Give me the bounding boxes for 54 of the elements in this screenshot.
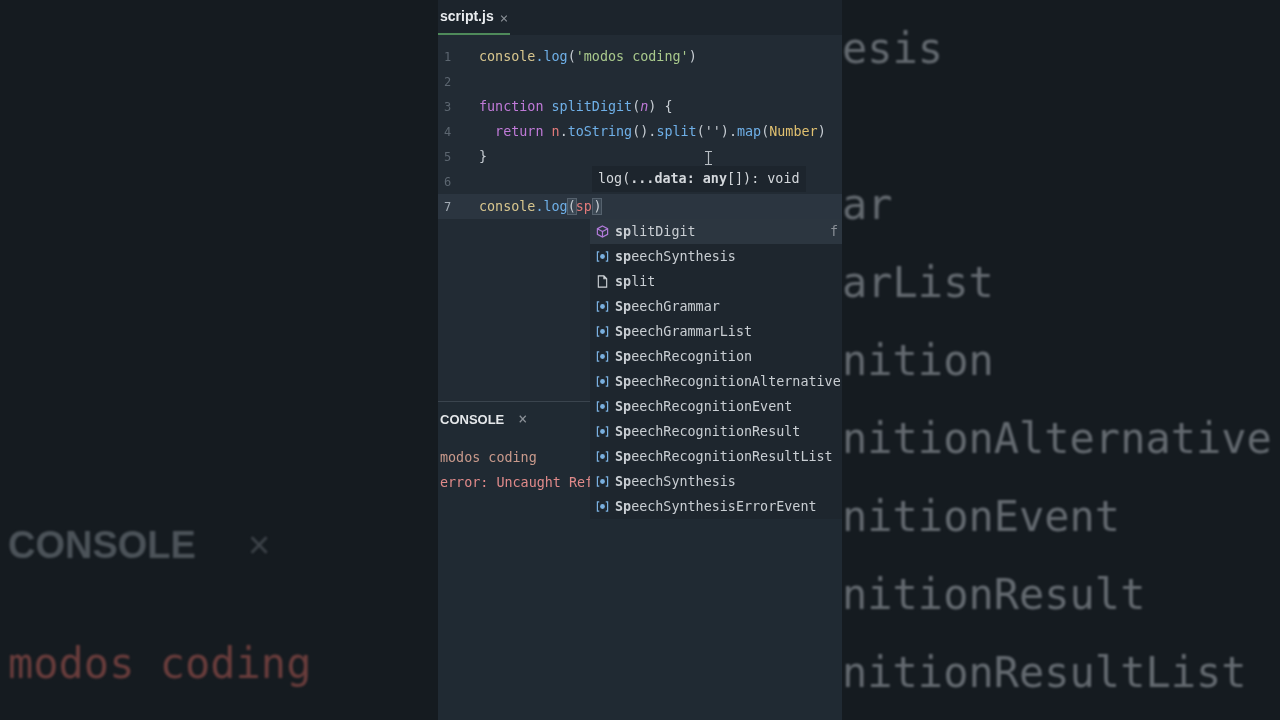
variable-icon [596,250,609,263]
line-number: 1 [444,49,453,64]
suggestion-text: nitionResult [842,569,1147,621]
line-number: 5 [444,149,453,164]
suggestion-item[interactable]: SpeechGrammar [590,294,842,319]
variable-icon [596,375,609,388]
text-cursor-icon [705,151,712,165]
suggestion-text: esis [842,23,945,75]
variable-icon [596,400,609,413]
suggestion-item[interactable]: speechSynthesis [590,244,842,269]
code-line: console.log('modos coding') [479,49,697,64]
variable-icon [596,325,609,338]
code-line: return n.toString().split('').map(Number) [494,124,826,139]
suggestion-item[interactable]: SpeechSynthesis [590,469,842,494]
suggestion-text: arList [842,257,995,309]
variable-icon [596,350,609,363]
close-icon[interactable]: × [518,410,528,428]
code-line: function splitDigit(n) { [479,99,673,114]
suggestion-text: nitionAlternative [842,413,1273,465]
suggestion-item[interactable]: SpeechRecognitionEvent [590,394,842,419]
signature-tooltip: log(...data: any[]): void [592,166,806,192]
line-number: 2 [444,74,453,89]
variable-icon [596,425,609,438]
suggestion-item[interactable]: SpeechRecognitionAlternative [590,369,842,394]
suggestion-text: nitionResultList [842,647,1248,699]
line-number: 4 [444,124,453,139]
code-line: } [479,149,488,164]
file-icon [596,275,609,288]
suggestion-text: nitionEvent [842,491,1122,543]
suggestion-item[interactable]: splitDigit f [590,219,842,244]
suggestion-text: ar [842,179,894,231]
suggestion-detail: f [830,224,839,239]
cube-icon [596,225,609,238]
close-icon: × [247,524,271,567]
variable-icon [596,450,609,463]
code-line: console.log(sp) [479,198,602,215]
console-tab[interactable]: CONSOLE [440,411,505,427]
suggestion-text: nition [842,335,995,387]
line-number: 6 [444,174,453,189]
suggestion-item[interactable]: SpeechRecognitionResult [590,419,842,444]
suggestion-item[interactable]: split [590,269,842,294]
console-log-text: modos coding [8,639,313,688]
suggestion-item[interactable]: SpeechRecognitionResultList [590,444,842,469]
variable-icon [596,300,609,313]
line-number: 7 [444,199,453,214]
variable-icon [596,500,609,513]
suggestion-item[interactable]: SpeechSynthesisErrorEvent [590,494,842,519]
line-number: 3 [444,99,453,114]
console-output-line: modos coding [439,449,537,467]
suggestion-item[interactable]: SpeechGrammarList [590,319,842,344]
variable-icon [596,475,609,488]
console-heading: CONSOLE [8,524,196,567]
suggestion-item[interactable]: SpeechRecognition [590,344,842,369]
close-icon[interactable]: × [499,9,509,26]
